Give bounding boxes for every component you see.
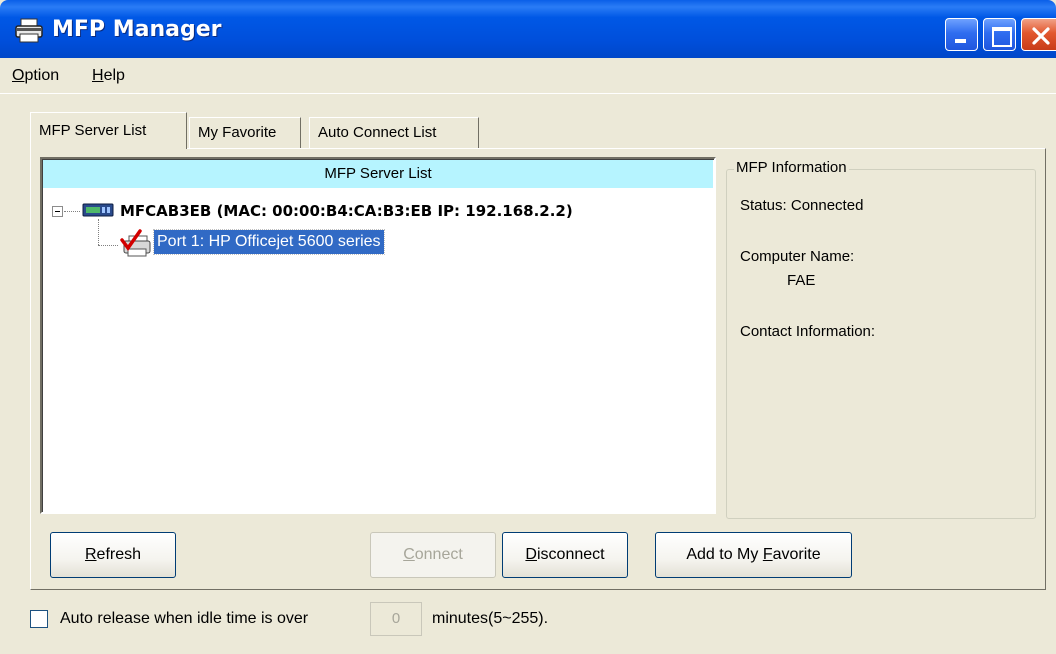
- add-to-favorite-button[interactable]: Add to My Favorite: [655, 532, 852, 578]
- menu-option[interactable]: Option: [12, 66, 59, 86]
- collapse-toggle[interactable]: [52, 206, 63, 217]
- connect-button[interactable]: Connect: [370, 532, 496, 578]
- tree-header: MFP Server List: [43, 160, 713, 188]
- menu-help-hotkey: H: [92, 67, 104, 84]
- refresh-label: efresh: [96, 546, 142, 563]
- menu-option-hotkey: O: [12, 67, 25, 84]
- minutes-range-label: minutes(5~255).: [432, 610, 549, 627]
- refresh-button[interactable]: Refresh: [50, 532, 176, 578]
- server-tree[interactable]: MFP Server List MFCAB3EB (MAC: 00:00:B4:…: [40, 157, 716, 514]
- tab-mfp-server-list[interactable]: MFP Server List: [30, 112, 187, 149]
- contact-information-label: Contact Information:: [740, 323, 876, 340]
- add-favorite-label: avorite: [772, 546, 821, 563]
- title-bar[interactable]: MFP Manager: [0, 0, 1056, 58]
- tree-connector: [64, 211, 80, 212]
- menu-help-label: elp: [103, 67, 125, 84]
- tab-my-favorite[interactable]: My Favorite: [189, 117, 301, 148]
- disconnect-label: isconnect: [536, 546, 605, 563]
- maximize-button[interactable]: [983, 18, 1016, 51]
- mfp-manager-window: MFP Manager Option Help MFP Server List …: [0, 0, 1056, 654]
- server-device-icon: [82, 203, 114, 217]
- add-favorite-prefix: Add to My: [686, 546, 763, 563]
- connect-label: onnect: [414, 546, 463, 563]
- mfp-information-legend: MFP Information: [734, 158, 849, 178]
- minimize-button[interactable]: [945, 18, 978, 51]
- port-node-label[interactable]: Port 1: HP Officejet 5600 series: [153, 229, 385, 255]
- computer-name-value: FAE: [787, 272, 816, 289]
- computer-name-label: Computer Name:: [740, 248, 855, 265]
- server-node-label[interactable]: MFCAB3EB (MAC: 00:00:B4:CA:B3:EB IP: 192…: [120, 199, 573, 223]
- auto-release-label: Auto release when idle time is over: [60, 610, 309, 627]
- menu-option-label: ption: [24, 67, 60, 84]
- tree-connector: [98, 219, 99, 245]
- status-text: Status: Connected: [740, 197, 864, 214]
- auto-release-checkbox[interactable]: [30, 610, 48, 628]
- disconnect-hotkey: D: [525, 546, 537, 563]
- close-icon: [1032, 27, 1050, 45]
- close-button[interactable]: [1021, 18, 1056, 51]
- mfp-information-group: [726, 169, 1036, 519]
- add-favorite-hotkey: F: [762, 546, 773, 563]
- window-title: MFP Manager: [52, 17, 222, 42]
- connect-hotkey: C: [403, 546, 415, 563]
- disconnect-button[interactable]: Disconnect: [502, 532, 628, 578]
- printer-connected-icon: [120, 229, 151, 257]
- printer-icon: [15, 18, 43, 43]
- menu-bar: Option Help: [0, 58, 1056, 94]
- menu-help[interactable]: Help: [92, 66, 125, 86]
- tree-connector: [98, 245, 118, 246]
- idle-minutes-input[interactable]: 0: [370, 602, 422, 636]
- refresh-hotkey: R: [84, 546, 97, 563]
- tab-auto-connect-list[interactable]: Auto Connect List: [309, 117, 479, 148]
